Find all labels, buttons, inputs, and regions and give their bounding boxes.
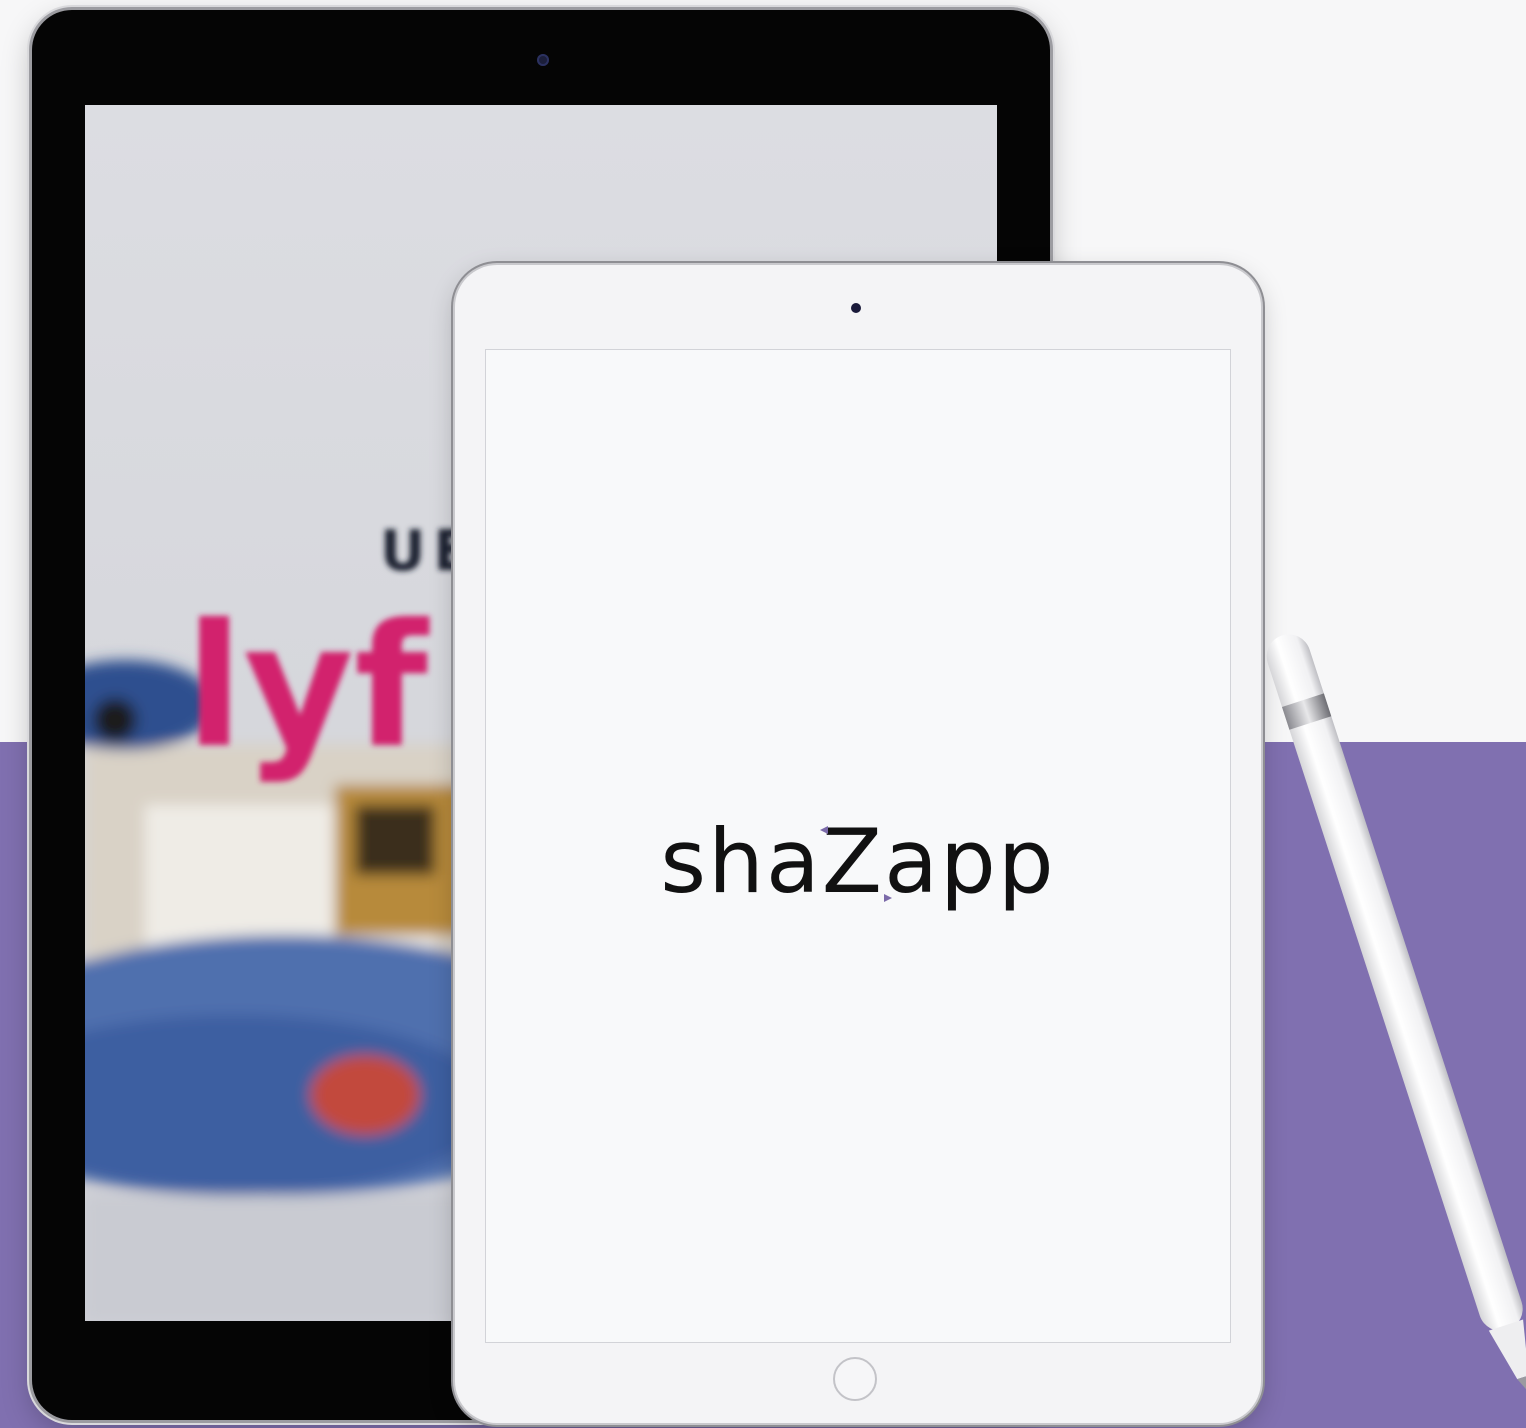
shazapp-logo: shaZ app [486, 818, 1230, 906]
logo-text-part3: app [884, 810, 1056, 913]
camera-icon [537, 54, 549, 66]
ipad-white: shaZ app [455, 265, 1261, 1423]
camera-icon [851, 303, 861, 313]
logo-z-letter: Z [819, 818, 893, 906]
logo-accent-right-icon [884, 894, 893, 902]
home-button-icon [833, 1357, 877, 1401]
svg-text:lyf: lyf [185, 588, 430, 786]
apple-pencil-icon [1255, 625, 1526, 1428]
logo-text-part2: Z [821, 810, 885, 913]
logo-accent-left-icon [819, 826, 828, 834]
device-mockup-scene: UE lyf shaZ app [0, 0, 1526, 1428]
logo-text-part1: sha [660, 810, 822, 913]
ipad-white-screen: shaZ app [485, 349, 1231, 1343]
